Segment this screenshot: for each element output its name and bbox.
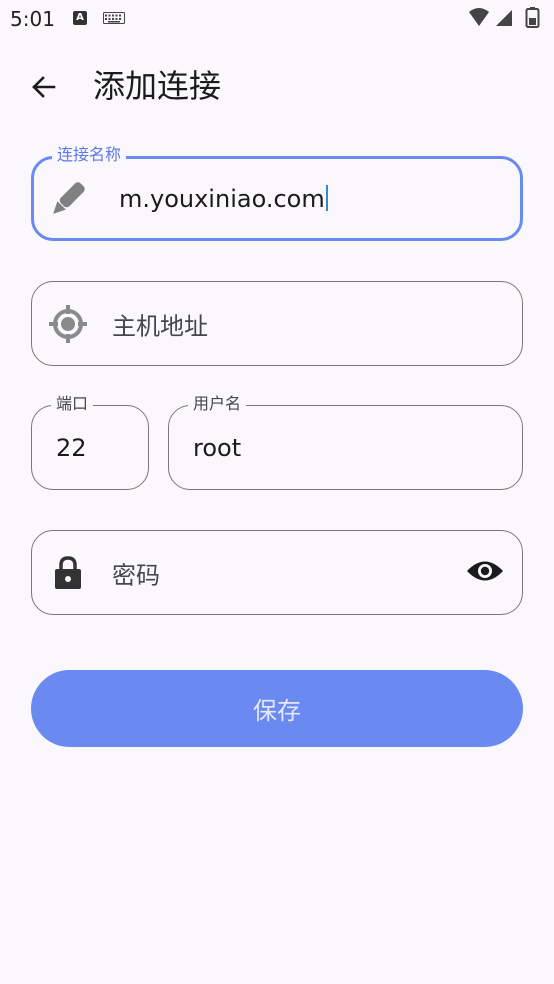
- host-input[interactable]: 主机地址: [112, 306, 208, 341]
- page-title: 添加连接: [93, 67, 222, 105]
- text-caret: [325, 184, 328, 211]
- password-visibility-toggle[interactable]: [466, 558, 504, 588]
- app-bar: 添加连接: [0, 48, 554, 128]
- port-field[interactable]: 端口 22: [31, 394, 149, 490]
- status-icons: [469, 7, 540, 28]
- wifi-icon: [469, 8, 489, 26]
- password-field[interactable]: 密码: [31, 530, 523, 615]
- connection-name-input[interactable]: m.youxiniao.com: [119, 184, 328, 213]
- port-input[interactable]: 22: [56, 434, 87, 462]
- connection-name-field[interactable]: 连接名称 m.youxiniao.com: [31, 145, 523, 241]
- signal-icon: [496, 10, 512, 26]
- username-field[interactable]: 用户名 root: [168, 394, 523, 490]
- keyboard-icon: [103, 12, 125, 24]
- back-button[interactable]: [20, 68, 64, 108]
- notification-icon: A: [73, 11, 87, 25]
- lock-icon: [55, 555, 81, 589]
- username-label: 用户名: [188, 394, 247, 414]
- host-field[interactable]: 主机地址: [31, 281, 523, 366]
- save-button[interactable]: 保存: [31, 670, 523, 747]
- target-icon: [49, 304, 87, 343]
- status-bar: 5:01 A: [0, 0, 554, 38]
- connection-name-value: m.youxiniao.com: [119, 184, 325, 213]
- battery-icon: [525, 7, 540, 28]
- password-input[interactable]: 密码: [112, 555, 160, 590]
- eye-icon: [467, 561, 503, 580]
- port-label: 端口: [51, 394, 94, 414]
- status-time: 5:01: [10, 7, 55, 31]
- connection-name-label: 连接名称: [52, 145, 127, 165]
- arrow-back-icon: [32, 76, 56, 98]
- pencil-icon: [53, 181, 85, 214]
- username-input[interactable]: root: [193, 434, 241, 462]
